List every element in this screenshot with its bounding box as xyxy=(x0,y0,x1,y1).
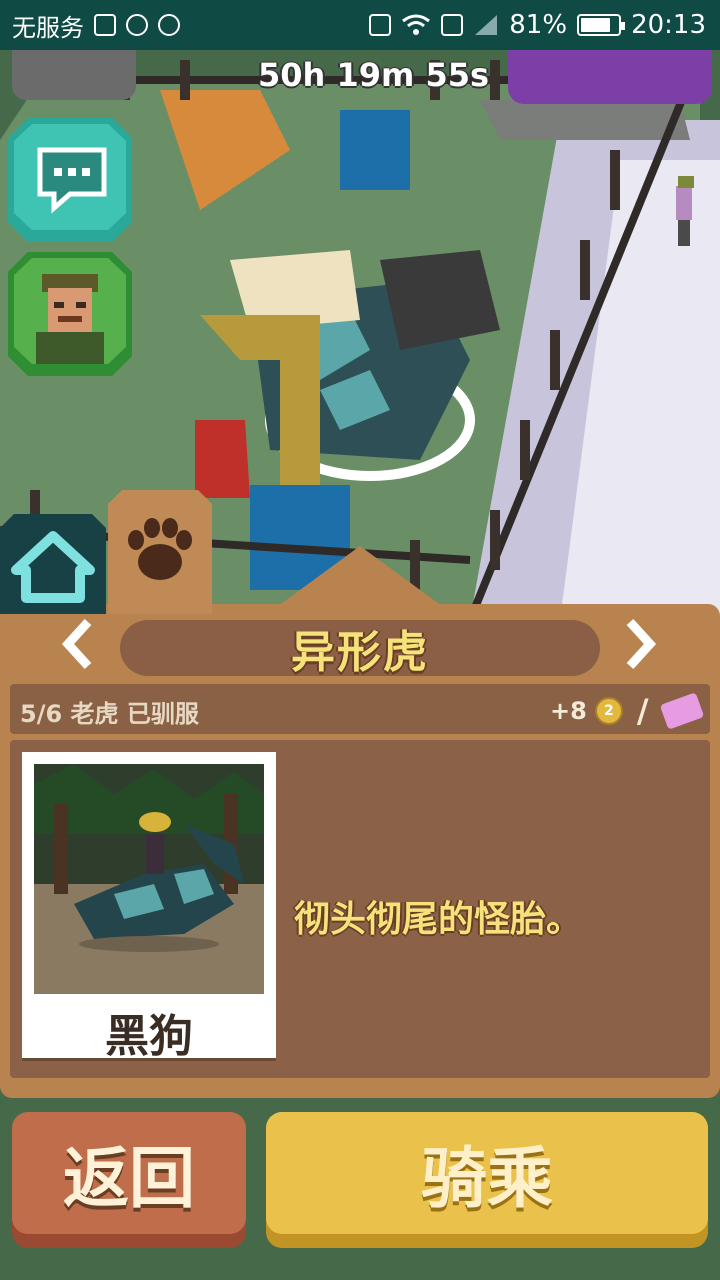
next-animal-button[interactable] xyxy=(620,616,660,672)
animal-name-title: 异形虎 xyxy=(291,627,429,678)
ranger-avatar-icon xyxy=(36,274,104,364)
home-icon xyxy=(11,531,95,603)
animal-photo xyxy=(34,764,264,994)
ticket-icon xyxy=(659,692,704,730)
tame-reward: +8 2 / xyxy=(550,692,704,730)
vibrate-icon xyxy=(369,14,392,36)
animal-description: 彻头彻尾的怪胎。 xyxy=(294,899,583,940)
battery-level-fill xyxy=(581,18,611,32)
top-left-menu-tab[interactable] xyxy=(12,42,136,100)
image-icon xyxy=(94,14,116,36)
sim-icon xyxy=(441,14,464,36)
home-tab[interactable] xyxy=(0,514,106,614)
clock-time: 20:13 xyxy=(631,10,706,40)
ride-button-label: 骑乘 xyxy=(421,1140,553,1217)
countdown-timer: 50h 19m 55s xyxy=(258,56,490,94)
tiger-rider-illustration xyxy=(34,764,264,994)
animal-title-bar: 异形虎 xyxy=(120,620,600,678)
rider-name-caption: 黑狗 xyxy=(105,1011,193,1062)
ride-button[interactable]: 骑乘 xyxy=(266,1112,708,1248)
battery-percent: 81% xyxy=(509,10,568,40)
coin-icon: 2 xyxy=(594,697,623,725)
character-button-face xyxy=(14,258,126,364)
currency-display[interactable] xyxy=(508,42,712,104)
character-button[interactable] xyxy=(8,252,132,376)
battery-icon xyxy=(577,14,626,36)
reward-separator: / xyxy=(636,692,649,730)
chat-icon xyxy=(37,147,107,214)
carrier-text: 无服务 xyxy=(12,13,84,42)
animals-tab[interactable] xyxy=(108,490,212,614)
previous-animal-button[interactable] xyxy=(58,616,98,672)
back-button-face: 返回 xyxy=(12,1112,246,1234)
animal-photo-card: 黑狗 xyxy=(22,752,276,1062)
back-button[interactable]: 返回 xyxy=(12,1112,246,1248)
wifi-icon xyxy=(402,14,431,35)
chat-button[interactable] xyxy=(8,118,132,242)
chat-button-face xyxy=(14,124,126,230)
signal-icon xyxy=(475,15,498,35)
settings-icon xyxy=(158,14,180,36)
reward-amount: +8 xyxy=(550,697,587,725)
shield-icon xyxy=(126,14,148,36)
tame-progress-bar: 5/6 老虎 已驯服 +8 2 / xyxy=(10,684,710,734)
paw-icon xyxy=(128,518,192,580)
status-bar: 无服务 81% 20:13 xyxy=(0,0,720,50)
ride-button-face: 骑乘 xyxy=(266,1112,708,1234)
tame-progress-text: 5/6 老虎 已驯服 xyxy=(20,700,199,728)
back-button-label: 返回 xyxy=(63,1140,195,1217)
